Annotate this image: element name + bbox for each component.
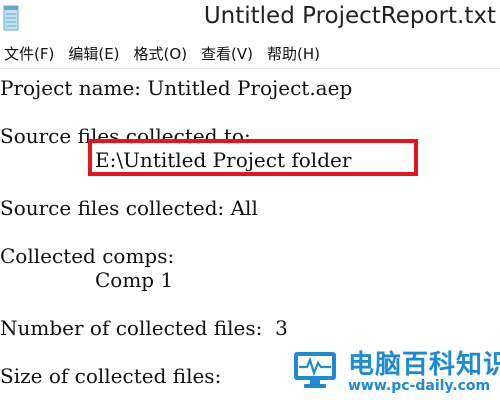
size-of-files-line: Size of collected files: <box>0 364 222 388</box>
collected-comps-line: Collected comps: <box>0 244 175 268</box>
menu-file[interactable]: 文件(F) <box>2 42 56 65</box>
menu-help[interactable]: 帮助(H) <box>265 42 322 65</box>
notepad-icon <box>3 5 19 31</box>
menu-bar: 文件(F) 编辑(E) 格式(O) 查看(V) 帮助(H) <box>0 38 500 69</box>
watermark-title: 电脑百科知识 <box>348 350 500 380</box>
menu-format[interactable]: 格式(O) <box>132 42 190 65</box>
monitor-pulse-icon <box>294 352 336 388</box>
source-files-collected-line: Source files collected: All <box>0 196 258 220</box>
highlight-annotation-box <box>88 139 418 176</box>
comp-name-line: Comp 1 <box>95 268 174 292</box>
menu-view[interactable]: 查看(V) <box>199 42 255 65</box>
number-of-files-line: Number of collected files: 3 <box>0 316 288 340</box>
menu-edit[interactable]: 编辑(E) <box>66 42 121 65</box>
title-bar: Untitled ProjectReport.txt <box>0 0 500 38</box>
watermark: 电脑百科知识 www.pc-daily.com <box>288 343 500 400</box>
window-title: Untitled ProjectReport.txt <box>203 3 496 29</box>
project-name-line: Project name: Untitled Project.aep <box>0 76 353 100</box>
watermark-url: www.pc-daily.com <box>348 378 491 394</box>
